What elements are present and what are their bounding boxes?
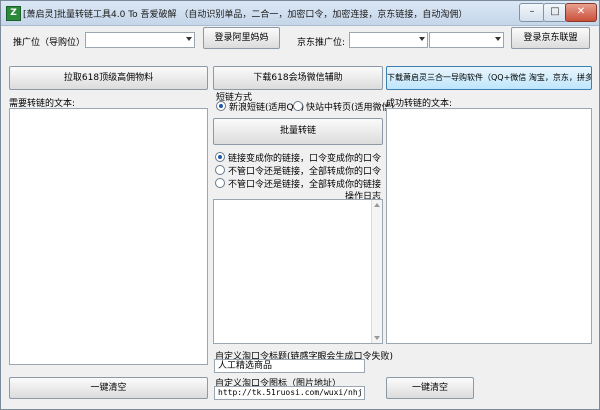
promo-position-label: 推广位（导购位）: (13, 38, 89, 48)
radio-unselected-icon (293, 101, 303, 111)
chevron-down-icon (186, 37, 192, 41)
short-link-option-sina[interactable]: 新浪短链(适用QQ) (216, 100, 304, 113)
jd-position-select-1[interactable] (349, 32, 428, 48)
jd-position-label: 京东推广位: (297, 38, 346, 48)
log-scrollbar[interactable] (371, 200, 382, 343)
radio-selected-icon (215, 152, 225, 162)
conversion-option-2[interactable]: 不管口令还是链接，全部转成你的口令 (215, 164, 381, 177)
download-618-wechat-button[interactable]: 下载618会场微信辅助 (213, 66, 383, 90)
batch-convert-button[interactable]: 批量转链 (213, 118, 383, 145)
chevron-down-icon (419, 37, 425, 41)
clear-input-button[interactable]: 一键清空 (9, 377, 208, 399)
login-jd-button[interactable]: 登录京东联盟 (511, 27, 590, 49)
title-bar: Z [萧启灵]批量转链工具4.0 To 吾爱破解 （自动识别单品，二合一，加密口… (1, 1, 599, 26)
radio-unselected-icon (215, 165, 225, 175)
radio-unselected-icon (215, 178, 225, 188)
chevron-down-icon (495, 37, 501, 41)
short-link-option-kuaizhan[interactable]: 快站中转页(适用微信) (293, 100, 394, 113)
conversion-option-3[interactable]: 不管口令还是链接，全部转成你的链接 (215, 177, 381, 190)
minimize-button[interactable]: – (519, 3, 545, 22)
radio-selected-icon (216, 101, 226, 111)
download-3in1-software-button[interactable]: 下载萧启灵三合一导购软件（QQ+微信 淘宝，京东，拼多多） (386, 66, 592, 90)
conversion-option-1[interactable]: 链接变成你的链接，口令变成你的口令 (215, 151, 381, 164)
pull-618-button[interactable]: 拉取618顶级高佣物料 (9, 66, 208, 90)
login-alimama-button[interactable]: 登录阿里妈妈 (203, 27, 280, 49)
input-text-area[interactable] (9, 108, 208, 365)
close-button[interactable]: ✕ (565, 3, 597, 22)
custom-icon-url-input[interactable]: http://tk.51ruosi.com/wuxi/nhj.jpg (214, 386, 365, 400)
main-window: Z [萧启灵]批量转链工具4.0 To 吾爱破解 （自动识别单品，二合一，加密口… (0, 0, 600, 410)
scroll-up-icon[interactable] (374, 203, 380, 207)
maximize-button[interactable]: □ (543, 3, 567, 22)
promo-position-select[interactable] (85, 32, 195, 48)
scroll-down-icon[interactable] (374, 336, 380, 340)
custom-title-input[interactable]: 人工精选商品 (214, 359, 365, 373)
jd-position-select-2[interactable] (429, 32, 504, 48)
output-text-area[interactable] (386, 108, 592, 344)
clear-output-button[interactable]: 一键清空 (386, 377, 474, 399)
operation-log-area[interactable] (213, 199, 383, 344)
window-title: [萧启灵]批量转链工具4.0 To 吾爱破解 （自动识别单品，二合一，加密口令，… (23, 10, 468, 20)
app-icon: Z (6, 6, 21, 21)
